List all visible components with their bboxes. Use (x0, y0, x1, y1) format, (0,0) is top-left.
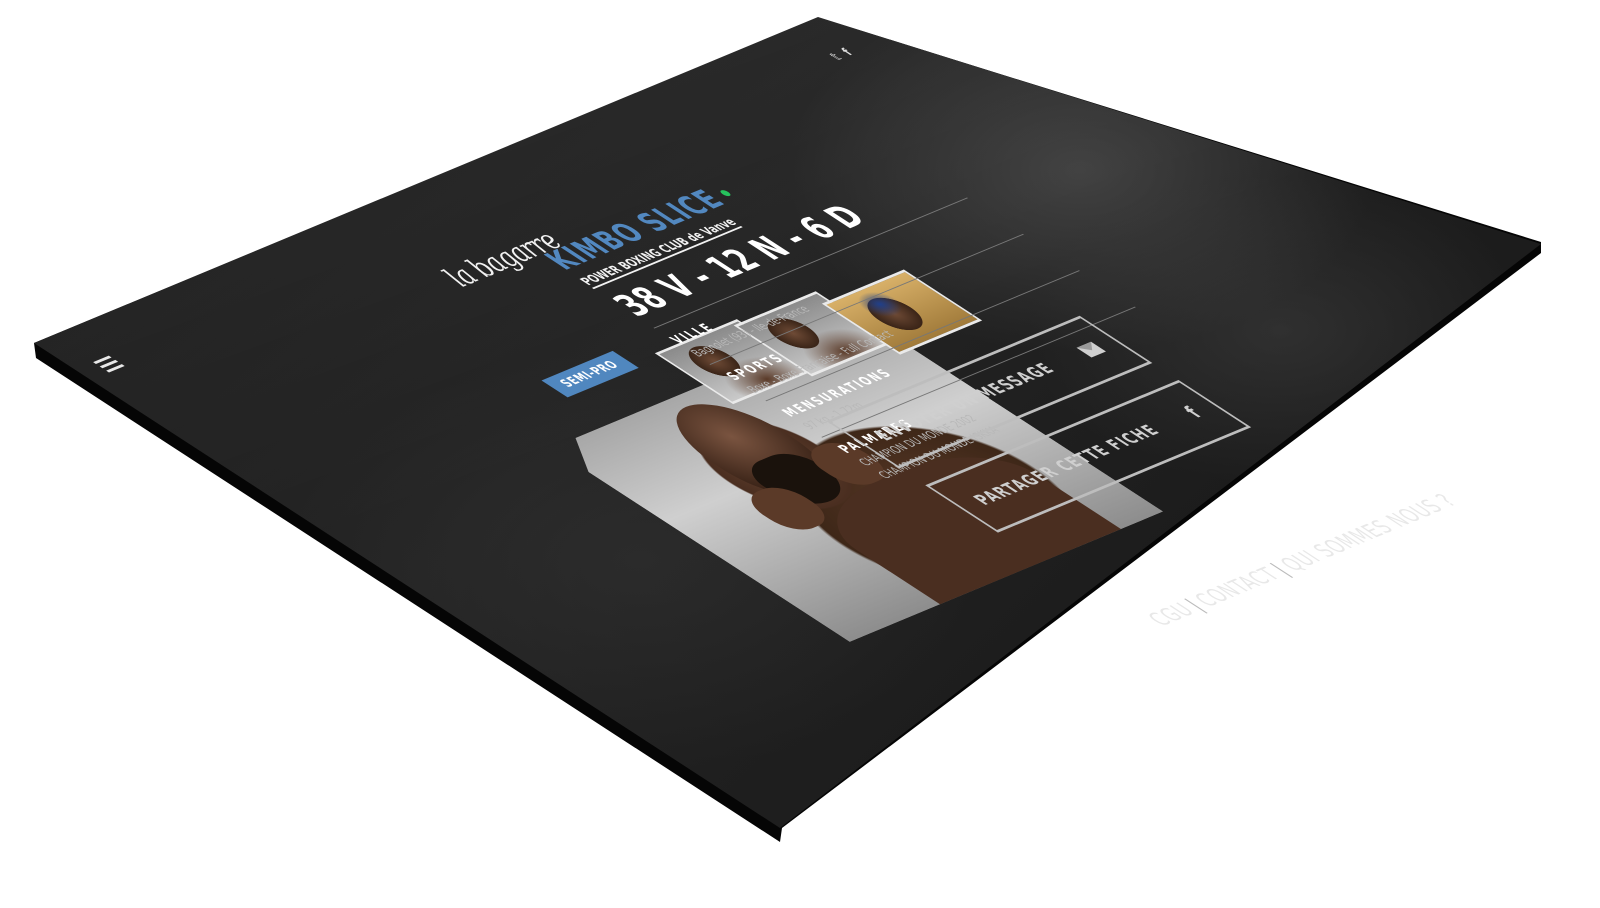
facebook-icon[interactable]: f (838, 47, 857, 58)
mail-icon (1076, 341, 1106, 358)
footer-links: CGU|CONTACT|QUI SOMMES NOUS ? (1141, 490, 1463, 630)
share-profile-label: PARTAGER CETTE FICHE (968, 421, 1166, 509)
facebook-icon: f (1178, 403, 1210, 422)
profile-page: la bagarre 𝕥 f SEMI-PRO KIMBO SLICE POWE… (34, 17, 1564, 828)
hamburger-menu-icon[interactable] (93, 355, 125, 373)
level-badge: SEMI-PRO (541, 350, 639, 398)
online-status-icon (718, 188, 733, 197)
footer-link-contact[interactable]: CONTACT (1188, 563, 1287, 610)
twitter-icon[interactable]: 𝕥 (827, 51, 846, 62)
device-mockup: la bagarre 𝕥 f SEMI-PRO KIMBO SLICE POWE… (0, 0, 1600, 908)
footer-link-about[interactable]: QUI SOMMES NOUS ? (1273, 490, 1463, 575)
screen-slab: la bagarre 𝕥 f SEMI-PRO KIMBO SLICE POWE… (0, 0, 1600, 908)
social-links: 𝕥 f (827, 47, 857, 63)
